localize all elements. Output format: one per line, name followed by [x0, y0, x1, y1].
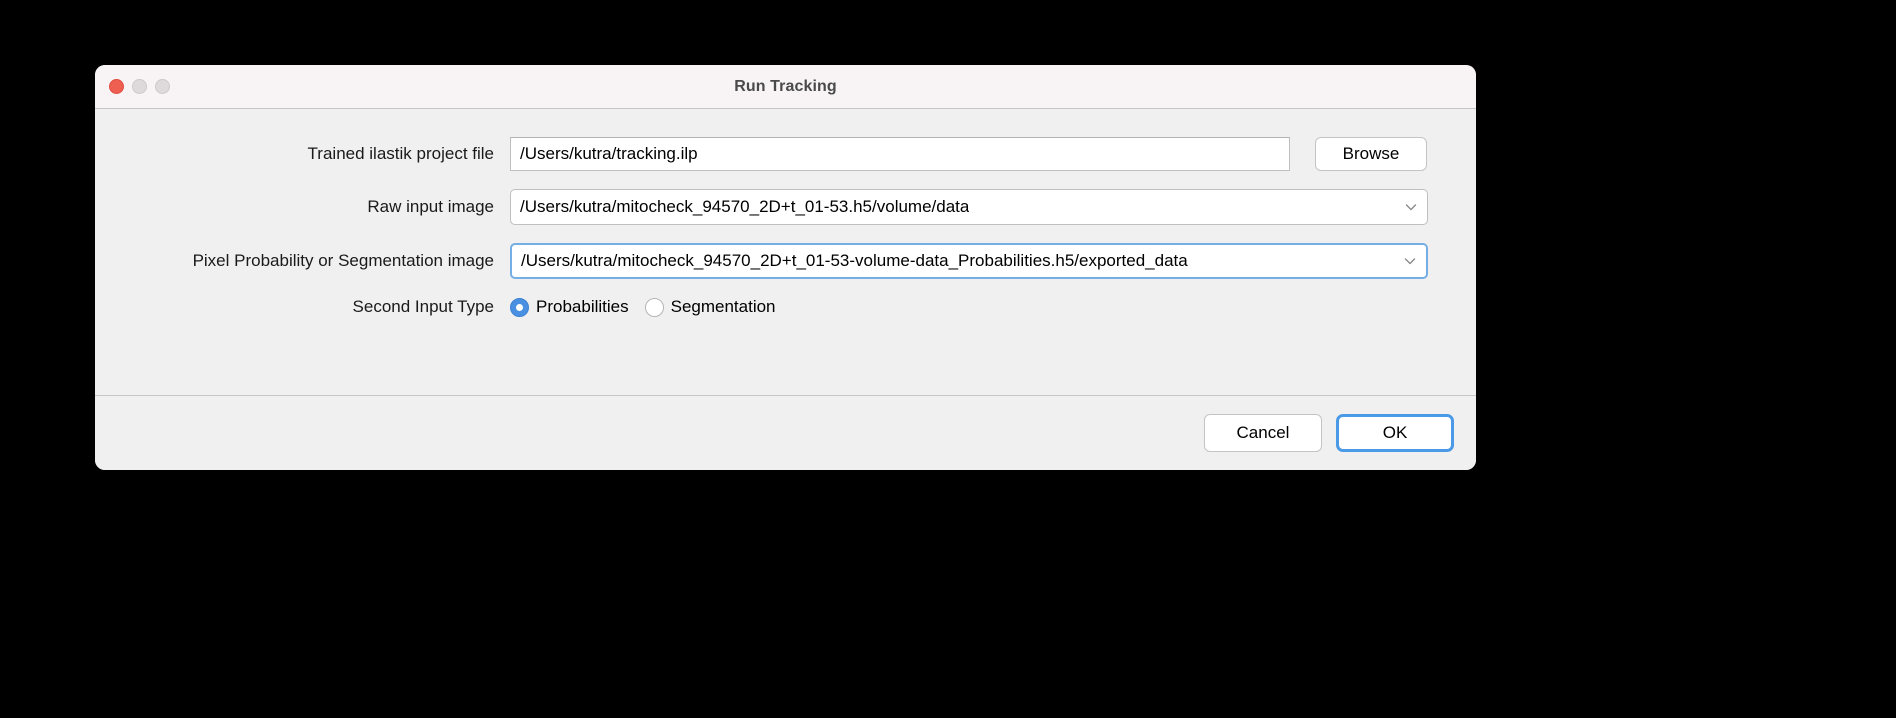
dialog-body: Trained ilastik project file /Users/kutr…: [95, 109, 1476, 395]
row-project-file: Trained ilastik project file /Users/kutr…: [95, 137, 1476, 171]
window-titlebar: Run Tracking: [95, 65, 1476, 109]
window-title: Run Tracking: [734, 77, 837, 95]
second-input-type-radio-group: Probabilities Segmentation: [510, 297, 776, 317]
chevron-down-icon: [1404, 258, 1416, 265]
cancel-button[interactable]: Cancel: [1204, 414, 1322, 452]
close-button-icon[interactable]: [109, 79, 124, 94]
probability-input-label: Pixel Probability or Segmentation image: [192, 251, 494, 270]
chevron-down-icon: [1405, 204, 1417, 211]
second-input-type-label: Second Input Type: [352, 297, 494, 316]
row-raw-input: Raw input image /Users/kutra/mitocheck_9…: [95, 189, 1476, 225]
maximize-button-icon[interactable]: [155, 79, 170, 94]
radio-option-probabilities[interactable]: Probabilities: [510, 297, 629, 317]
radio-option-segmentation[interactable]: Segmentation: [644, 297, 776, 317]
raw-input-label: Raw input image: [367, 197, 494, 216]
project-file-input[interactable]: /Users/kutra/tracking.ilp: [510, 137, 1290, 171]
run-tracking-dialog: Run Tracking Trained ilastik project fil…: [95, 65, 1476, 470]
dialog-footer: Cancel OK: [95, 396, 1476, 470]
probability-input-combobox[interactable]: /Users/kutra/mitocheck_94570_2D+t_01-53-…: [510, 243, 1428, 279]
radio-selected-icon[interactable]: [510, 297, 529, 317]
probability-input-value: /Users/kutra/mitocheck_94570_2D+t_01-53-…: [521, 251, 1188, 270]
radio-label-probabilities: Probabilities: [536, 297, 629, 316]
ok-button[interactable]: OK: [1336, 414, 1454, 452]
minimize-button-icon[interactable]: [132, 79, 147, 94]
row-probability-input: Pixel Probability or Segmentation image …: [95, 243, 1476, 279]
browse-button[interactable]: Browse: [1315, 137, 1427, 171]
radio-label-segmentation: Segmentation: [670, 297, 776, 316]
raw-input-combobox[interactable]: /Users/kutra/mitocheck_94570_2D+t_01-53.…: [510, 189, 1428, 225]
radio-unselected-icon[interactable]: [644, 297, 664, 317]
project-file-label: Trained ilastik project file: [307, 144, 494, 163]
raw-input-value: /Users/kutra/mitocheck_94570_2D+t_01-53.…: [520, 197, 970, 216]
window-controls: [109, 65, 170, 108]
row-second-input-type: Second Input Type Probabilities Segmenta…: [95, 297, 1476, 317]
